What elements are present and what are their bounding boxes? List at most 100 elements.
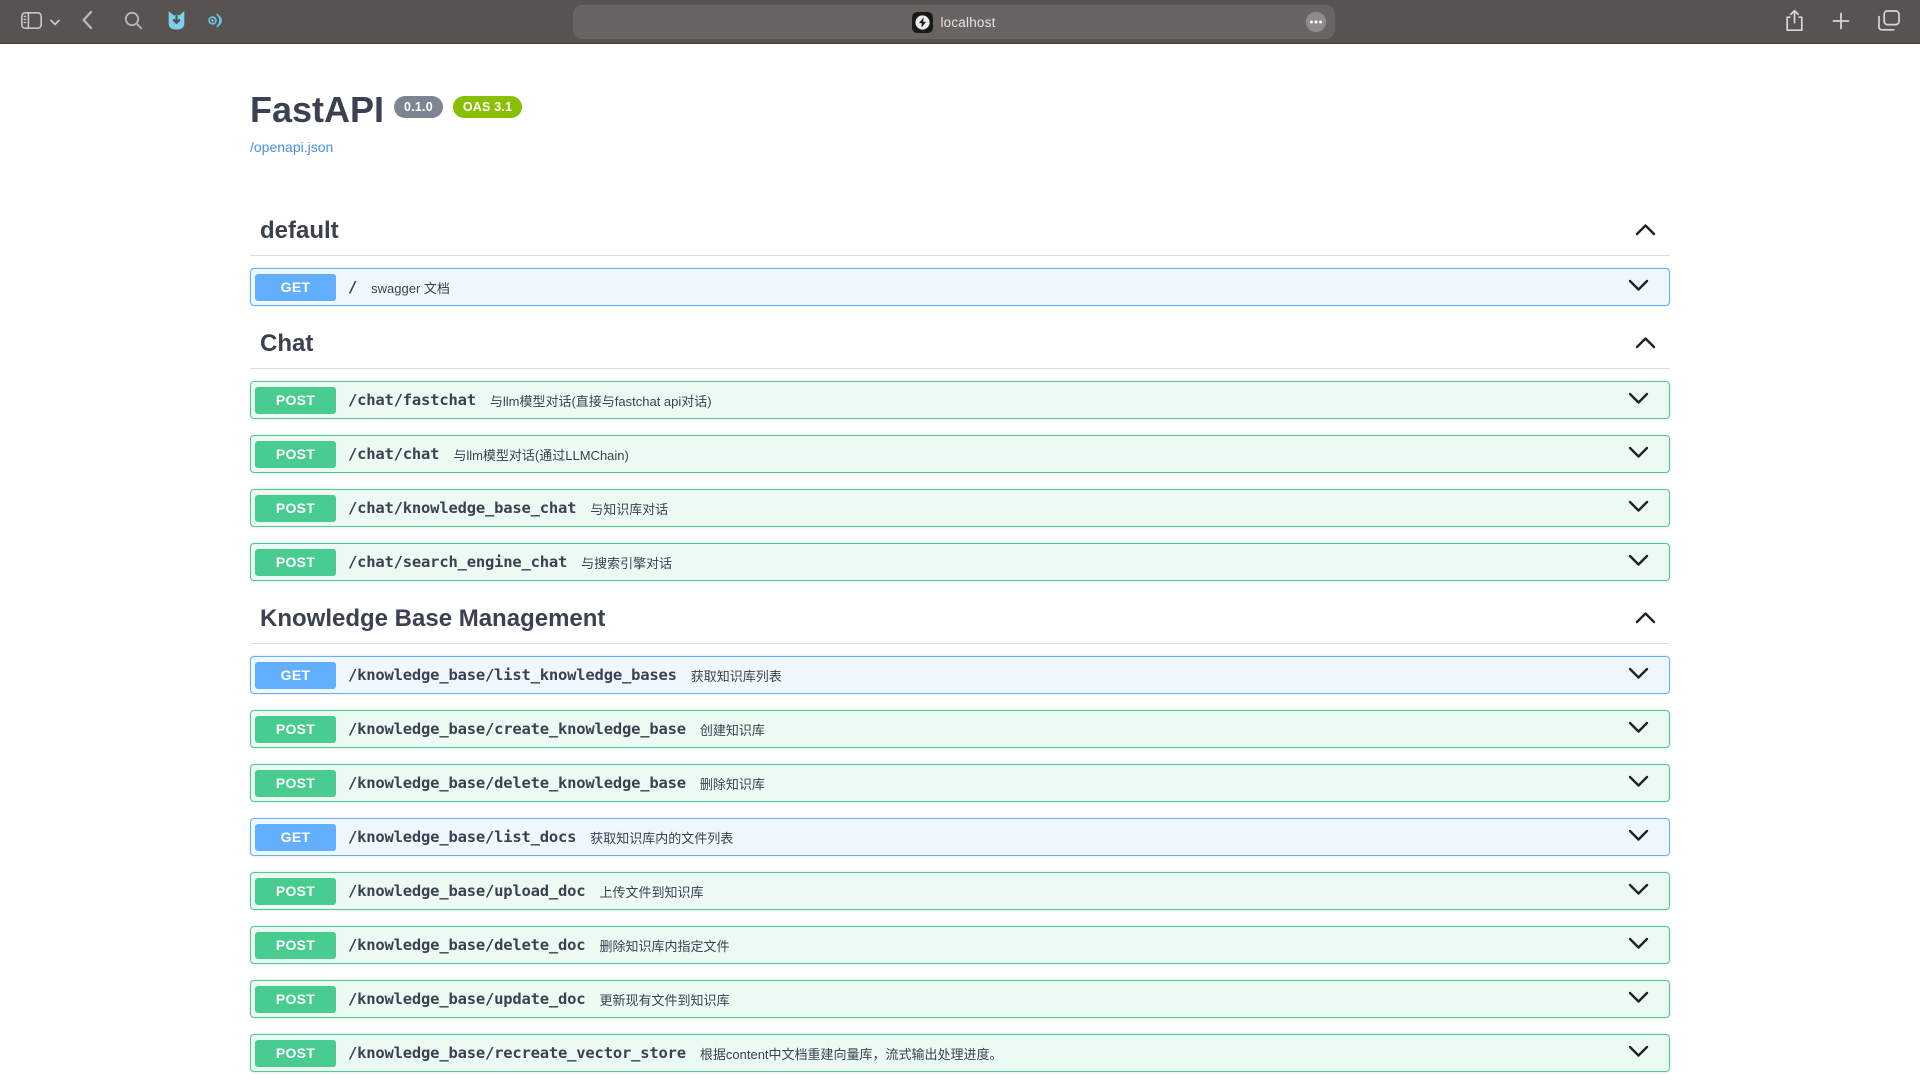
endpoint-row[interactable]: POST /knowledge_base/create_knowledge_ba… bbox=[250, 710, 1670, 748]
expand-endpoint-button[interactable] bbox=[1624, 550, 1653, 574]
api-sections: default GET / swagger 文档 Chat bbox=[250, 209, 1670, 1072]
chevron-down-icon bbox=[1628, 991, 1649, 1007]
endpoint-path: /chat/search_engine_chat bbox=[348, 553, 567, 571]
expand-endpoint-button[interactable] bbox=[1624, 442, 1653, 466]
chevron-down-icon bbox=[1628, 500, 1649, 516]
expand-endpoint-button[interactable] bbox=[1624, 663, 1653, 687]
openapi-spec-link[interactable]: /openapi.json bbox=[250, 139, 333, 155]
expand-endpoint-button[interactable] bbox=[1624, 987, 1653, 1011]
method-badge: POST bbox=[255, 932, 336, 959]
endpoint-path: /knowledge_base/delete_doc bbox=[348, 936, 585, 954]
expand-endpoint-button[interactable] bbox=[1624, 771, 1653, 795]
endpoint-description: 获取知识库内的文件列表 bbox=[590, 828, 733, 847]
sidebar-menu-chevron-button[interactable] bbox=[46, 14, 64, 29]
endpoint-description: 删除知识库内指定文件 bbox=[599, 936, 729, 955]
method-badge: POST bbox=[255, 878, 336, 905]
section-header[interactable]: Knowledge Base Management bbox=[250, 597, 1670, 644]
endpoint-description: 与搜索引擎对话 bbox=[581, 553, 672, 572]
expand-endpoint-button[interactable] bbox=[1624, 1041, 1653, 1065]
back-icon bbox=[81, 10, 93, 33]
method-badge: POST bbox=[255, 495, 336, 522]
tab-overview-button[interactable] bbox=[1878, 10, 1900, 34]
section-title: Knowledge Base Management bbox=[260, 605, 605, 633]
endpoint-row[interactable]: POST /knowledge_base/delete_doc 删除知识库内指定… bbox=[250, 926, 1670, 964]
section-header[interactable]: default bbox=[250, 209, 1670, 256]
api-section: Chat POST /chat/fastchat 与llm模型对话(直接与fas… bbox=[250, 322, 1670, 581]
chevron-down-icon bbox=[1628, 554, 1649, 570]
extension-rings-button[interactable] bbox=[196, 9, 232, 35]
browser-toolbar: localhost bbox=[0, 0, 1920, 44]
endpoint-row[interactable]: GET /knowledge_base/list_docs 获取知识库内的文件列… bbox=[250, 818, 1670, 856]
page-menu-button[interactable] bbox=[1304, 10, 1328, 37]
tab-overview-icon bbox=[1878, 10, 1900, 34]
collapse-section-button[interactable] bbox=[1635, 336, 1656, 352]
sidebar-toggle-button[interactable] bbox=[16, 12, 46, 32]
endpoint-row[interactable]: POST /knowledge_base/update_doc 更新现有文件到知… bbox=[250, 980, 1670, 1018]
plus-icon bbox=[1832, 12, 1850, 33]
endpoint-row[interactable]: POST /chat/chat 与llm模型对话(通过LLMChain) bbox=[250, 435, 1670, 473]
endpoint-row[interactable]: GET / swagger 文档 bbox=[250, 268, 1670, 306]
section-title: Chat bbox=[260, 330, 313, 358]
endpoint-description: 与llm模型对话(通过LLMChain) bbox=[453, 445, 629, 464]
endpoint-row[interactable]: POST /knowledge_base/delete_knowledge_ba… bbox=[250, 764, 1670, 802]
endpoint-description: swagger 文档 bbox=[371, 278, 450, 297]
method-badge: GET bbox=[255, 662, 336, 689]
endpoint-path: /chat/fastchat bbox=[348, 391, 476, 409]
method-badge: POST bbox=[255, 441, 336, 468]
extension-cat-button[interactable] bbox=[156, 9, 196, 35]
expand-endpoint-button[interactable] bbox=[1624, 275, 1653, 299]
endpoint-path: / bbox=[348, 278, 357, 296]
section-header[interactable]: Chat bbox=[250, 322, 1670, 369]
extension-cat-icon bbox=[165, 9, 188, 35]
method-badge: GET bbox=[255, 274, 336, 301]
expand-endpoint-button[interactable] bbox=[1624, 933, 1653, 957]
endpoint-path: /chat/knowledge_base_chat bbox=[348, 499, 576, 517]
method-badge: POST bbox=[255, 716, 336, 743]
method-badge: POST bbox=[255, 387, 336, 414]
address-bar[interactable]: localhost bbox=[573, 5, 1335, 39]
endpoint-path: /knowledge_base/list_knowledge_bases bbox=[348, 666, 677, 684]
endpoint-description: 上传文件到知识库 bbox=[599, 882, 703, 901]
chevron-down-icon bbox=[1628, 775, 1649, 791]
endpoint-row[interactable]: POST /chat/fastchat 与llm模型对话(直接与fastchat… bbox=[250, 381, 1670, 419]
section-rows: GET /knowledge_base/list_knowledge_bases… bbox=[250, 644, 1670, 1072]
chevron-up-icon bbox=[1635, 611, 1656, 627]
api-info: FastAPI 0.1.0 OAS 3.1 /openapi.json bbox=[250, 90, 1670, 157]
endpoint-description: 删除知识库 bbox=[700, 774, 765, 793]
collapse-section-button[interactable] bbox=[1635, 611, 1656, 627]
method-badge: GET bbox=[255, 824, 336, 851]
endpoint-row[interactable]: POST /knowledge_base/recreate_vector_sto… bbox=[250, 1034, 1670, 1072]
chevron-down-icon bbox=[1628, 1045, 1649, 1061]
endpoint-row[interactable]: POST /chat/knowledge_base_chat 与知识库对话 bbox=[250, 489, 1670, 527]
chevron-down-icon bbox=[1628, 446, 1649, 462]
share-button[interactable] bbox=[1785, 9, 1804, 35]
chevron-down-icon bbox=[1628, 937, 1649, 953]
chevron-down-icon bbox=[1628, 667, 1649, 683]
search-button[interactable] bbox=[110, 11, 156, 33]
back-button[interactable] bbox=[64, 10, 110, 33]
endpoint-path: /knowledge_base/upload_doc bbox=[348, 882, 585, 900]
extension-rings-icon bbox=[203, 9, 226, 35]
endpoint-description: 获取知识库列表 bbox=[691, 666, 782, 685]
method-badge: POST bbox=[255, 770, 336, 797]
expand-endpoint-button[interactable] bbox=[1624, 879, 1653, 903]
endpoint-description: 创建知识库 bbox=[700, 720, 765, 739]
expand-endpoint-button[interactable] bbox=[1624, 496, 1653, 520]
endpoint-description: 根据content中文档重建向量库，流式输出处理进度。 bbox=[700, 1044, 1003, 1063]
endpoint-description: 更新现有文件到知识库 bbox=[599, 990, 729, 1009]
expand-endpoint-button[interactable] bbox=[1624, 825, 1653, 849]
collapse-section-button[interactable] bbox=[1635, 223, 1656, 239]
expand-endpoint-button[interactable] bbox=[1624, 388, 1653, 412]
url-text: localhost bbox=[940, 15, 995, 30]
chevron-down-icon bbox=[1628, 829, 1649, 845]
method-badge: POST bbox=[255, 549, 336, 576]
chevron-down-icon bbox=[50, 14, 60, 29]
endpoint-description: 与llm模型对话(直接与fastchat api对话) bbox=[490, 391, 712, 410]
endpoint-row[interactable]: POST /chat/search_engine_chat 与搜索引擎对话 bbox=[250, 543, 1670, 581]
endpoint-row[interactable]: POST /knowledge_base/upload_doc 上传文件到知识库 bbox=[250, 872, 1670, 910]
method-badge: POST bbox=[255, 1040, 336, 1067]
new-tab-button[interactable] bbox=[1832, 12, 1850, 33]
endpoint-row[interactable]: GET /knowledge_base/list_knowledge_bases… bbox=[250, 656, 1670, 694]
endpoint-path: /knowledge_base/list_docs bbox=[348, 828, 576, 846]
expand-endpoint-button[interactable] bbox=[1624, 717, 1653, 741]
